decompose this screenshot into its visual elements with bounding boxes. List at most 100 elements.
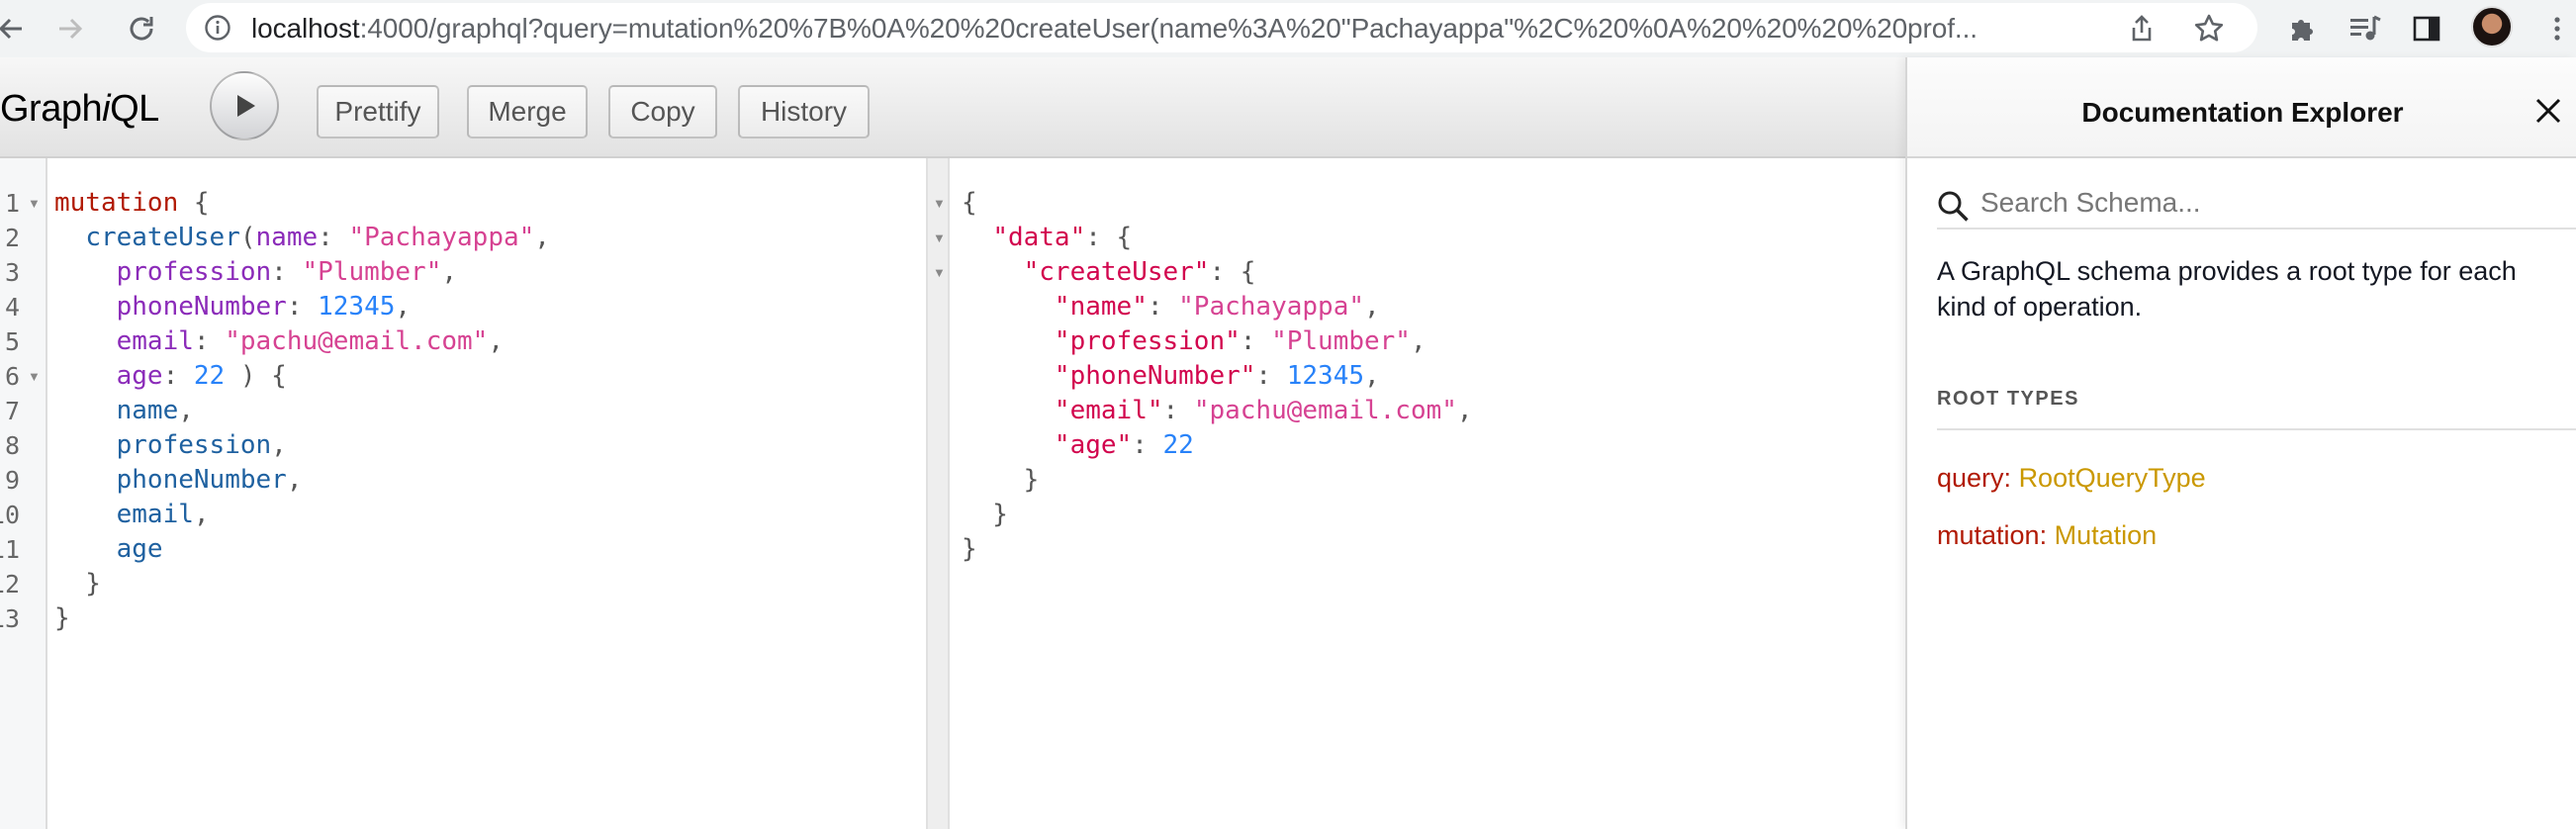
- code-token: "createUser": [1023, 257, 1210, 287]
- root-type-field: mutation: [1937, 520, 2040, 550]
- code-token: mutation: [54, 188, 179, 218]
- mutation-type-link[interactable]: Mutation: [2055, 520, 2158, 550]
- execute-query-button[interactable]: [210, 71, 279, 140]
- code-token: ,: [286, 465, 303, 495]
- result-code-line: }: [962, 463, 1040, 498]
- code-token: :: [286, 292, 319, 322]
- root-type-colon: :: [2003, 463, 2019, 493]
- logo-text-prefix: Graph: [0, 88, 103, 130]
- result-code-line: "profession": "Plumber",: [962, 324, 1426, 359]
- query-code-line: profession: "Plumber",: [54, 255, 457, 290]
- result-code-line: "name": "Pachayappa",: [962, 290, 1380, 324]
- result-code-line: {: [962, 186, 977, 221]
- code-token: age: [116, 361, 163, 391]
- code-token: : {: [1085, 223, 1133, 252]
- query-code-line: phoneNumber: 12345,: [54, 290, 411, 324]
- query-code-line: profession,: [54, 428, 287, 463]
- reload-icon[interactable]: [121, 8, 162, 49]
- url-text[interactable]: localhost:4000/graphql?query=mutation%20…: [251, 14, 2101, 44]
- code-token: ,: [1410, 326, 1426, 356]
- extensions-puzzle-icon[interactable]: [2281, 8, 2323, 49]
- query-code-line: age: [54, 532, 163, 567]
- bookmark-star-icon[interactable]: [2192, 12, 2226, 46]
- docs-title: Documentation Explorer: [2081, 97, 2404, 128]
- query-code-line: email,: [54, 498, 210, 532]
- history-button[interactable]: History: [738, 85, 870, 138]
- line-number: 2: [4, 224, 20, 252]
- root-type-field: query: [1937, 463, 2004, 493]
- code-token: phoneNumber: [116, 465, 287, 495]
- code-token: {: [962, 188, 977, 218]
- graphiql-toolbar: GraphiQL Prettify Merge Copy History: [0, 57, 1905, 158]
- search-schema-input[interactable]: [1980, 182, 2554, 224]
- media-queue-icon[interactable]: [2345, 8, 2386, 49]
- code-token: age: [116, 534, 163, 564]
- result-code-line: "createUser": {: [962, 255, 1256, 290]
- line-number: 1: [4, 189, 20, 218]
- code-token: ,: [1364, 292, 1380, 322]
- root-type-mutation: mutation: Mutation: [1937, 518, 2157, 552]
- fold-toggle-icon[interactable]: ▼: [933, 255, 946, 290]
- fold-toggle-icon[interactable]: ▼: [933, 186, 946, 221]
- code-token: 22: [193, 361, 226, 391]
- root-query-type-link[interactable]: RootQueryType: [2019, 463, 2206, 493]
- more-menu-icon[interactable]: [2538, 8, 2576, 49]
- query-code-line: phoneNumber,: [54, 463, 303, 498]
- query-code-line: name,: [54, 394, 194, 428]
- code-token: "Plumber": [1271, 326, 1411, 356]
- site-info-icon[interactable]: [202, 12, 233, 44]
- code-token: name: [116, 396, 179, 425]
- code-token: 12345: [318, 292, 396, 322]
- share-icon[interactable]: [2125, 12, 2159, 46]
- prettify-button[interactable]: Prettify: [317, 85, 439, 138]
- line-number-gutter: 12345678910111213▼▼: [0, 158, 47, 829]
- code-token: ,: [271, 430, 287, 460]
- code-token: }: [54, 603, 70, 633]
- profile-avatar[interactable]: [2471, 6, 2513, 47]
- query-code-line: createUser(name: "Pachayappa",: [54, 221, 550, 255]
- logo-text-i: i: [102, 88, 111, 130]
- docs-header: Documentation Explorer: [1907, 57, 2576, 158]
- code-token: : {: [1209, 257, 1256, 287]
- line-number: 11: [0, 535, 20, 564]
- schema-description: A GraphQL schema provides a root type fo…: [1937, 256, 2517, 322]
- code-token: ,: [1364, 361, 1380, 391]
- fold-toggle-icon[interactable]: ▼: [933, 221, 946, 255]
- result-code-line: "phoneNumber": 12345,: [962, 359, 1380, 394]
- close-icon[interactable]: [2532, 95, 2564, 127]
- address-bar[interactable]: localhost:4000/graphql?query=mutation%20…: [186, 3, 2257, 52]
- code-token: "pachu@email.com": [225, 326, 489, 356]
- line-number: 8: [4, 431, 20, 460]
- code-token: :: [1255, 361, 1287, 391]
- side-panel-icon[interactable]: [2406, 8, 2447, 49]
- query-code-line: }: [54, 567, 101, 601]
- fold-toggle-icon[interactable]: ▼: [28, 359, 41, 394]
- code-token: :: [1132, 430, 1163, 460]
- graphiql-logo: GraphiQL: [0, 89, 159, 129]
- code-token: ) {: [225, 361, 287, 391]
- back-arrow-icon[interactable]: [0, 8, 32, 49]
- result-code-line: "age": 22: [962, 428, 1194, 463]
- copy-button[interactable]: Copy: [608, 85, 717, 138]
- forward-arrow-icon[interactable]: [49, 8, 91, 49]
- query-code-line: mutation {: [54, 186, 210, 221]
- merge-button[interactable]: Merge: [467, 85, 588, 138]
- line-number: 10: [0, 501, 20, 529]
- code-token: email: [116, 326, 194, 356]
- root-type-colon: :: [2039, 520, 2055, 550]
- fold-toggle-icon[interactable]: ▼: [28, 186, 41, 221]
- code-token: "pachu@email.com": [1193, 396, 1457, 425]
- root-types-heading: ROOT TYPES: [1937, 388, 2576, 430]
- code-token: ,: [441, 257, 458, 287]
- result-code-line: }: [962, 498, 1008, 532]
- code-token: :: [162, 361, 194, 391]
